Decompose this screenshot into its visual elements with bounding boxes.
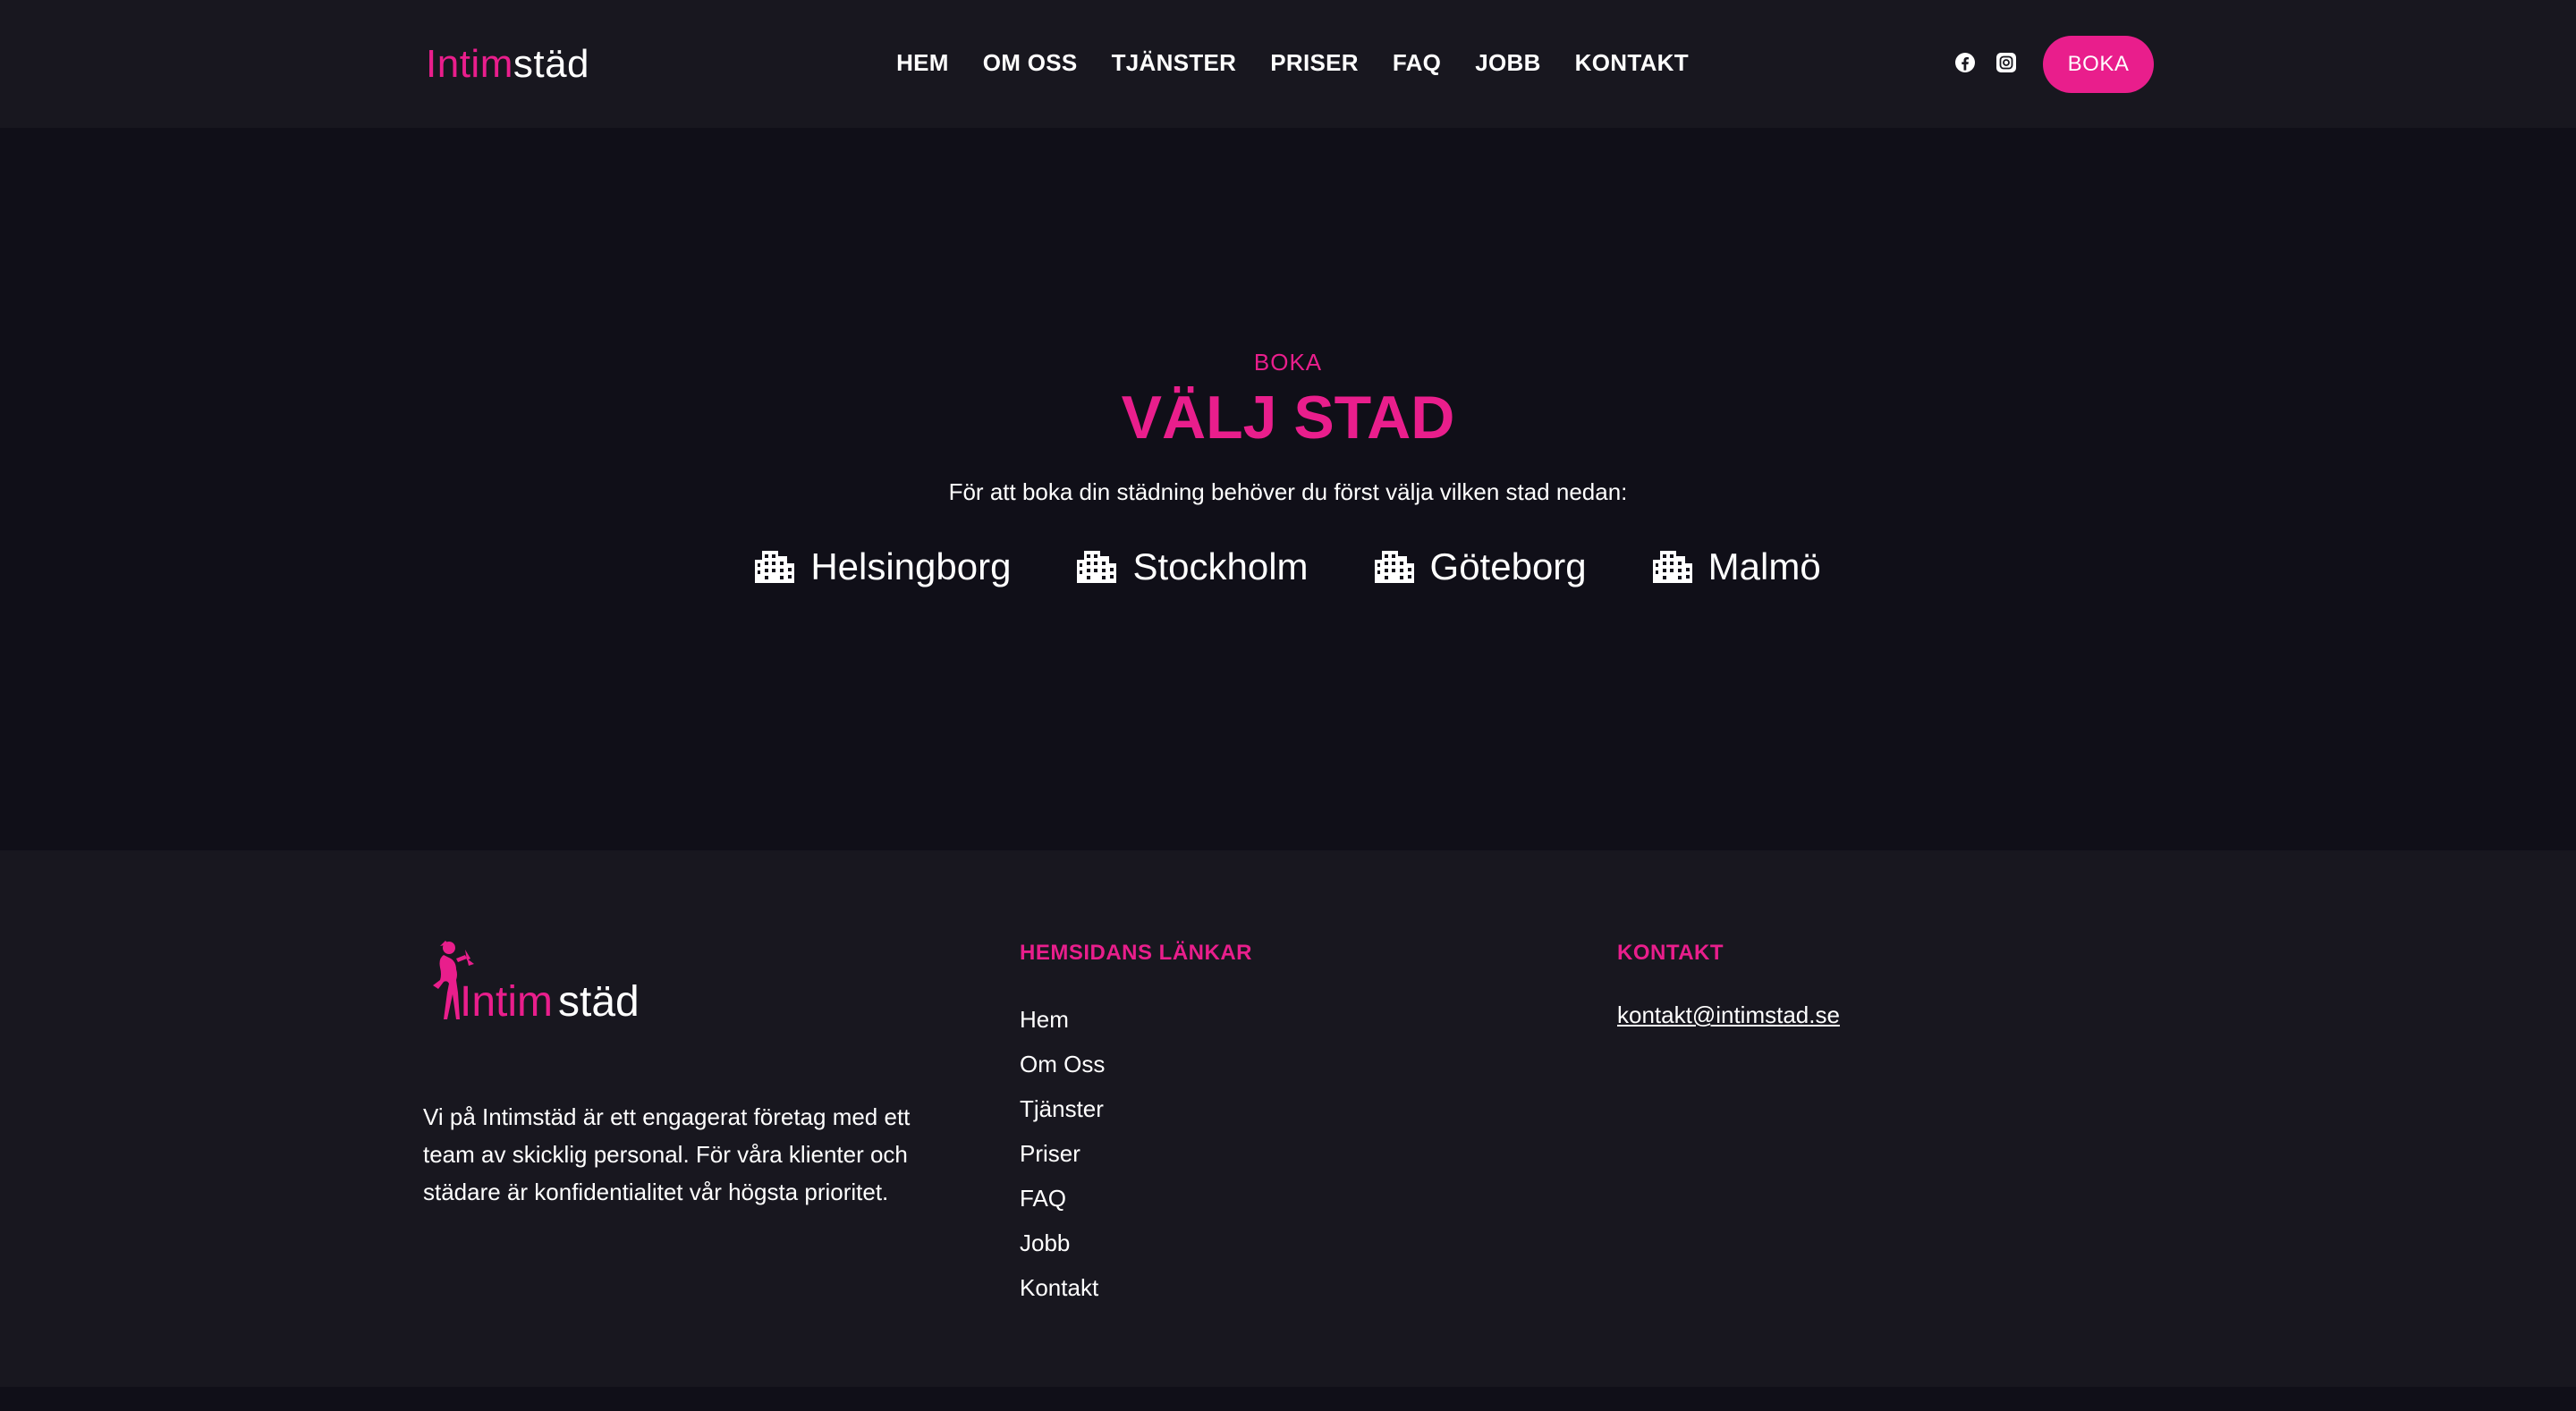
logo-text-part2: städ: [513, 42, 590, 86]
city-label: Helsingborg: [810, 545, 1012, 587]
nav-item-tjanster[interactable]: TJÄNSTER: [1112, 46, 1237, 79]
nav-item-om-oss[interactable]: OM OSS: [983, 46, 1078, 79]
site-footer: [0, 850, 2576, 1387]
nav-item-hem[interactable]: HEM: [896, 46, 949, 79]
city-label: Malmö: [1707, 545, 1821, 587]
footer-link-hem[interactable]: Hem: [1020, 997, 1105, 1042]
building-icon: [1077, 551, 1117, 583]
contact-email-link[interactable]: kontakt@intimstad.se: [1617, 997, 1840, 1033]
city-link-helsingborg[interactable]: Helsingborg: [755, 542, 1011, 592]
city-label: Göteborg: [1429, 545, 1587, 587]
footer-link-om-oss[interactable]: Om Oss: [1020, 1042, 1105, 1086]
nav-item-jobb[interactable]: JOBB: [1475, 46, 1540, 79]
footer-logo[interactable]: Intim städ: [424, 939, 665, 1032]
building-icon: [755, 551, 795, 583]
instagram-icon[interactable]: [1996, 52, 2017, 73]
building-icon: [1652, 551, 1692, 583]
site-logo[interactable]: Intimstäd: [426, 41, 589, 88]
logo-text-part1: Intim: [426, 42, 513, 86]
footer-link-jobb[interactable]: Jobb: [1020, 1221, 1105, 1265]
book-button[interactable]: BOKA: [2043, 36, 2154, 93]
footer-link-kontakt[interactable]: Kontakt: [1020, 1265, 1105, 1310]
building-icon: [1374, 551, 1414, 583]
footer-about-text: Vi på Intimstäd är ett engagerat företag…: [423, 1103, 911, 1205]
main-nav: HEM OM OSS TJÄNSTER PRISER FAQ JOBB KONT…: [894, 46, 1690, 79]
intro-text: För att boka din städning behöver du för…: [948, 478, 1628, 505]
footer-link-priser[interactable]: Priser: [1020, 1131, 1105, 1176]
footer-link-tjanster[interactable]: Tjänster: [1020, 1086, 1105, 1131]
page-title: VÄLJ STAD: [1121, 384, 1455, 452]
facebook-icon[interactable]: [1954, 52, 1976, 73]
site-header: Intimstäd HEM OM OSS TJÄNSTER PRISER FAQ…: [0, 0, 2576, 128]
nav-item-faq[interactable]: FAQ: [1393, 46, 1441, 79]
nav-item-priser[interactable]: PRISER: [1270, 46, 1359, 79]
footer-bottom-bar: [0, 1387, 2576, 1411]
footer-links: Hem Om Oss Tjänster Priser FAQ Jobb Kont…: [1020, 997, 1105, 1310]
city-link-goteborg[interactable]: Göteborg: [1374, 542, 1587, 592]
footer-contact-heading: KONTAKT: [1617, 941, 1724, 965]
city-label: Stockholm: [1132, 545, 1309, 587]
city-link-malmo[interactable]: Malmö: [1652, 542, 1821, 592]
city-list: Helsingborg Stockholm Göteborg Malmö: [0, 542, 2576, 592]
maid-silhouette-icon: Intim städ: [433, 941, 640, 1026]
city-link-stockholm[interactable]: Stockholm: [1077, 542, 1309, 592]
footer-logo-part2: städ: [558, 978, 640, 1026]
nav-item-kontakt[interactable]: KONTAKT: [1575, 46, 1689, 79]
section-eyebrow: BOKA: [1253, 349, 1323, 376]
footer-logo-part1: Intim: [460, 978, 553, 1026]
footer-links-heading: HEMSIDANS LÄNKAR: [1020, 941, 1252, 965]
footer-link-faq[interactable]: FAQ: [1020, 1176, 1105, 1221]
